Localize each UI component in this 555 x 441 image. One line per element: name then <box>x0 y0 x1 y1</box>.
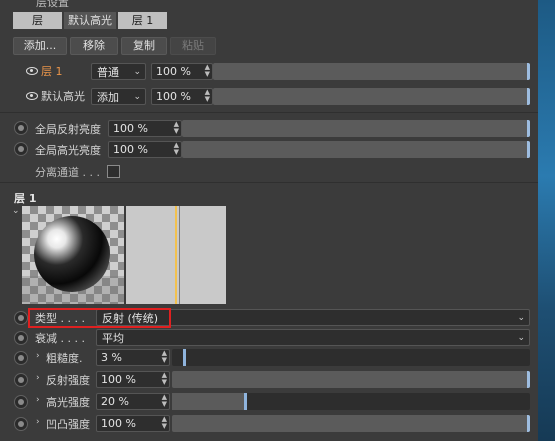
falloff-label: 衰减 . . . . <box>35 332 85 345</box>
curve-line <box>175 206 177 304</box>
reflect-strength-value: 100 % <box>101 373 136 386</box>
chevron-right-icon[interactable]: › <box>36 351 40 361</box>
spinner-arrows-icon[interactable]: ▲ ▼ <box>205 64 210 78</box>
spinner-arrows-icon[interactable]: ▲ ▼ <box>162 416 167 430</box>
blend-mode-value: 普通 <box>97 66 119 79</box>
curve-line-shadow <box>179 206 180 304</box>
animate-radio[interactable] <box>14 331 28 345</box>
chevron-right-icon[interactable]: › <box>36 417 40 427</box>
chevron-down-icon: ⌄ <box>517 333 525 343</box>
spinner-arrows-icon[interactable]: ▲ ▼ <box>174 121 179 135</box>
add-button[interactable]: 添加... <box>13 37 67 55</box>
chevron-down-icon: ⌄ <box>517 313 525 323</box>
preview-sphere <box>34 216 110 292</box>
layer-settings-panel: 层设置 层 默认高光 层 1 添加... 移除 复制 粘贴 层 1 普通 ⌄ 1… <box>0 0 538 441</box>
global-specular-label: 全局高光亮度 <box>35 144 101 157</box>
remove-button[interactable]: 移除 <box>70 37 118 55</box>
spinner-arrows-icon[interactable]: ▲ ▼ <box>162 350 167 364</box>
section-title: 层 1 <box>14 192 37 205</box>
opacity-value: 100 % <box>156 90 191 103</box>
opacity-input-2[interactable]: 100 % ▲ ▼ <box>151 88 213 105</box>
slider-knob[interactable] <box>244 393 247 410</box>
tab-layer[interactable]: 层 <box>13 12 62 29</box>
layer-name-1[interactable]: 层 1 <box>41 63 63 79</box>
slider-end <box>527 120 530 137</box>
layer-name-2[interactable]: 默认高光 <box>41 88 85 104</box>
tab-layer-1[interactable]: 层 1 <box>118 12 167 29</box>
panel-title: 层设置 <box>36 0 69 9</box>
viewport-edge <box>538 0 555 441</box>
roughness-value: 3 % <box>101 351 122 364</box>
chevron-down-icon: ⌄ <box>133 92 141 102</box>
slider-end <box>527 371 530 388</box>
material-preview <box>22 206 124 304</box>
opacity-input-1[interactable]: 100 % ▲ ▼ <box>151 63 213 80</box>
separate-passes-label: 分离通道 . . . <box>35 166 100 179</box>
global-specular-slider[interactable] <box>182 141 530 158</box>
separate-passes-checkbox[interactable] <box>107 165 120 178</box>
global-specular-input[interactable]: 100 % ▲ ▼ <box>108 141 182 158</box>
bump-strength-value: 100 % <box>101 417 136 430</box>
animate-radio[interactable] <box>14 417 28 431</box>
slider-fill <box>172 393 244 410</box>
falloff-curve-preview <box>126 206 226 304</box>
specular-strength-slider[interactable] <box>172 393 530 410</box>
animate-radio[interactable] <box>14 395 28 409</box>
animate-radio[interactable] <box>14 311 28 325</box>
highlight-box <box>28 308 171 328</box>
falloff-value: 平均 <box>102 332 124 345</box>
collapse-chevron-icon[interactable]: ⌄ <box>12 206 20 216</box>
specular-strength-input[interactable]: 20 % ▲ ▼ <box>96 393 170 410</box>
bump-strength-slider[interactable] <box>172 415 530 432</box>
divider <box>0 112 538 113</box>
blend-mode-select-2[interactable]: 添加 ⌄ <box>91 88 146 105</box>
spinner-arrows-icon[interactable]: ▲ ▼ <box>205 89 210 103</box>
chevron-right-icon[interactable]: › <box>36 373 40 383</box>
global-reflect-slider[interactable] <box>182 120 530 137</box>
spinner-arrows-icon[interactable]: ▲ ▼ <box>174 142 179 156</box>
slider-end <box>527 88 530 105</box>
slider-end <box>527 141 530 158</box>
slider-end <box>527 63 530 80</box>
animate-radio[interactable] <box>14 142 28 156</box>
tab-default-specular[interactable]: 默认高光 <box>64 12 116 29</box>
global-specular-value: 100 % <box>113 143 148 156</box>
slider-knob[interactable] <box>183 349 186 366</box>
roughness-input[interactable]: 3 % ▲ ▼ <box>96 349 170 366</box>
specular-strength-value: 20 % <box>101 395 129 408</box>
reflect-strength-input[interactable]: 100 % ▲ ▼ <box>96 371 170 388</box>
opacity-value: 100 % <box>156 65 191 78</box>
paste-button[interactable]: 粘贴 <box>170 37 216 55</box>
opacity-slider-1[interactable] <box>213 63 530 80</box>
animate-radio[interactable] <box>14 373 28 387</box>
falloff-select[interactable]: 平均 ⌄ <box>96 329 530 346</box>
roughness-slider[interactable] <box>172 349 530 366</box>
chevron-right-icon[interactable]: › <box>36 395 40 405</box>
blend-mode-select-1[interactable]: 普通 ⌄ <box>91 63 146 80</box>
specular-strength-label: 高光强度 <box>46 396 90 409</box>
global-reflect-value: 100 % <box>113 122 148 135</box>
eye-icon[interactable] <box>26 67 38 75</box>
roughness-label: 粗糙度. <box>46 352 83 365</box>
blend-mode-value: 添加 <box>97 91 119 104</box>
divider <box>0 182 538 183</box>
global-reflect-label: 全局反射亮度 <box>35 123 101 136</box>
spinner-arrows-icon[interactable]: ▲ ▼ <box>162 394 167 408</box>
opacity-slider-2[interactable] <box>213 88 530 105</box>
bump-strength-input[interactable]: 100 % ▲ ▼ <box>96 415 170 432</box>
animate-radio[interactable] <box>14 121 28 135</box>
reflect-strength-label: 反射强度 <box>46 374 90 387</box>
spinner-arrows-icon[interactable]: ▲ ▼ <box>162 372 167 386</box>
eye-icon[interactable] <box>26 92 38 100</box>
chevron-down-icon: ⌄ <box>133 67 141 77</box>
animate-radio[interactable] <box>14 351 28 365</box>
bump-strength-label: 凹凸强度 <box>46 418 90 431</box>
slider-end <box>527 415 530 432</box>
reflect-strength-slider[interactable] <box>172 371 530 388</box>
global-reflect-input[interactable]: 100 % ▲ ▼ <box>108 120 182 137</box>
copy-button[interactable]: 复制 <box>121 37 167 55</box>
